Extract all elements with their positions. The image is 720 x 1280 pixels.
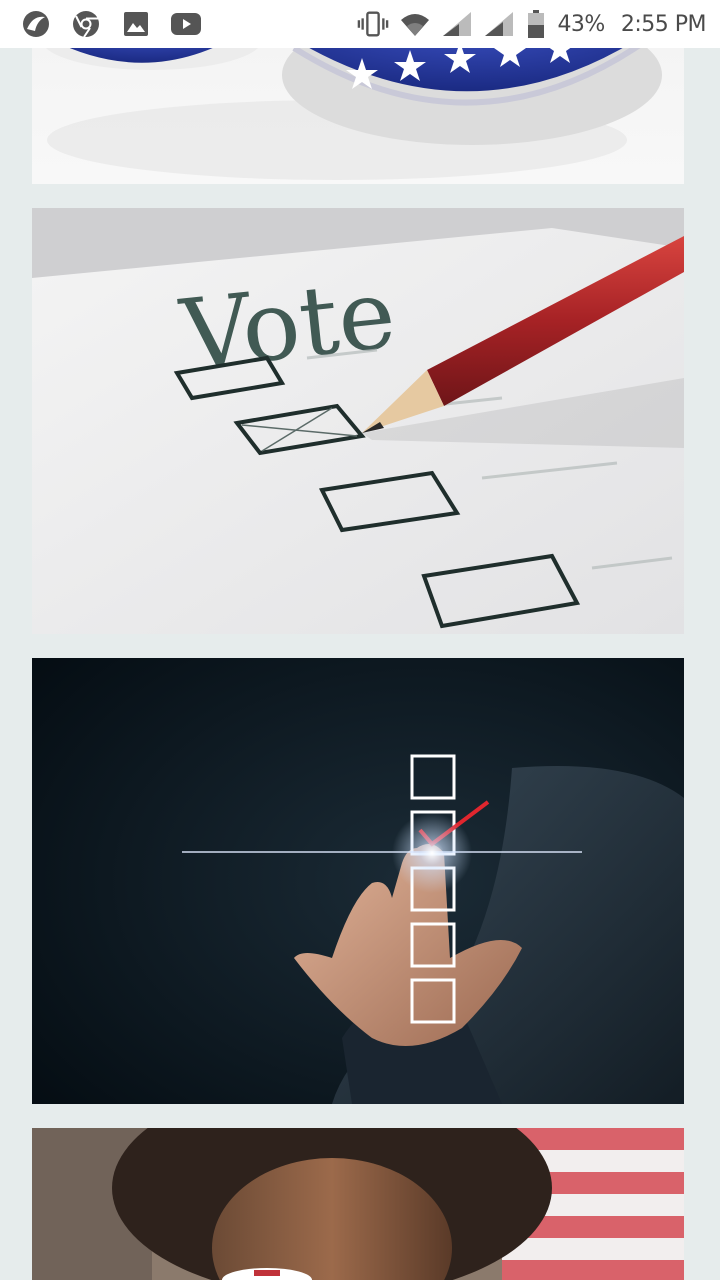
clock: 2:55 PM — [620, 11, 707, 37]
battery-icon — [525, 8, 547, 40]
gallery-icon — [120, 8, 152, 40]
touchscreen-checklist-photo — [32, 658, 684, 1104]
status-bar: 43% 2:55 PM — [0, 0, 720, 48]
signal-icon — [483, 8, 515, 40]
feed-image-ballot[interactable]: Vote — [32, 208, 684, 634]
voter-sticker-photo — [32, 1128, 684, 1280]
ballot-vote-photo: Vote — [32, 208, 684, 634]
ballot-heading: Vote — [175, 258, 400, 392]
wifi-icon — [399, 8, 431, 40]
feed-image-touch-checklist[interactable] — [32, 658, 684, 1104]
youtube-icon — [170, 8, 202, 40]
battery-percent: 43% — [557, 11, 605, 37]
image-feed: Vote — [0, 0, 720, 1280]
feed-image-voter-sticker[interactable] — [32, 1128, 684, 1280]
app-icon — [20, 8, 52, 40]
chrome-icon — [70, 8, 102, 40]
vibrate-icon — [357, 8, 389, 40]
signal-icon — [441, 8, 473, 40]
